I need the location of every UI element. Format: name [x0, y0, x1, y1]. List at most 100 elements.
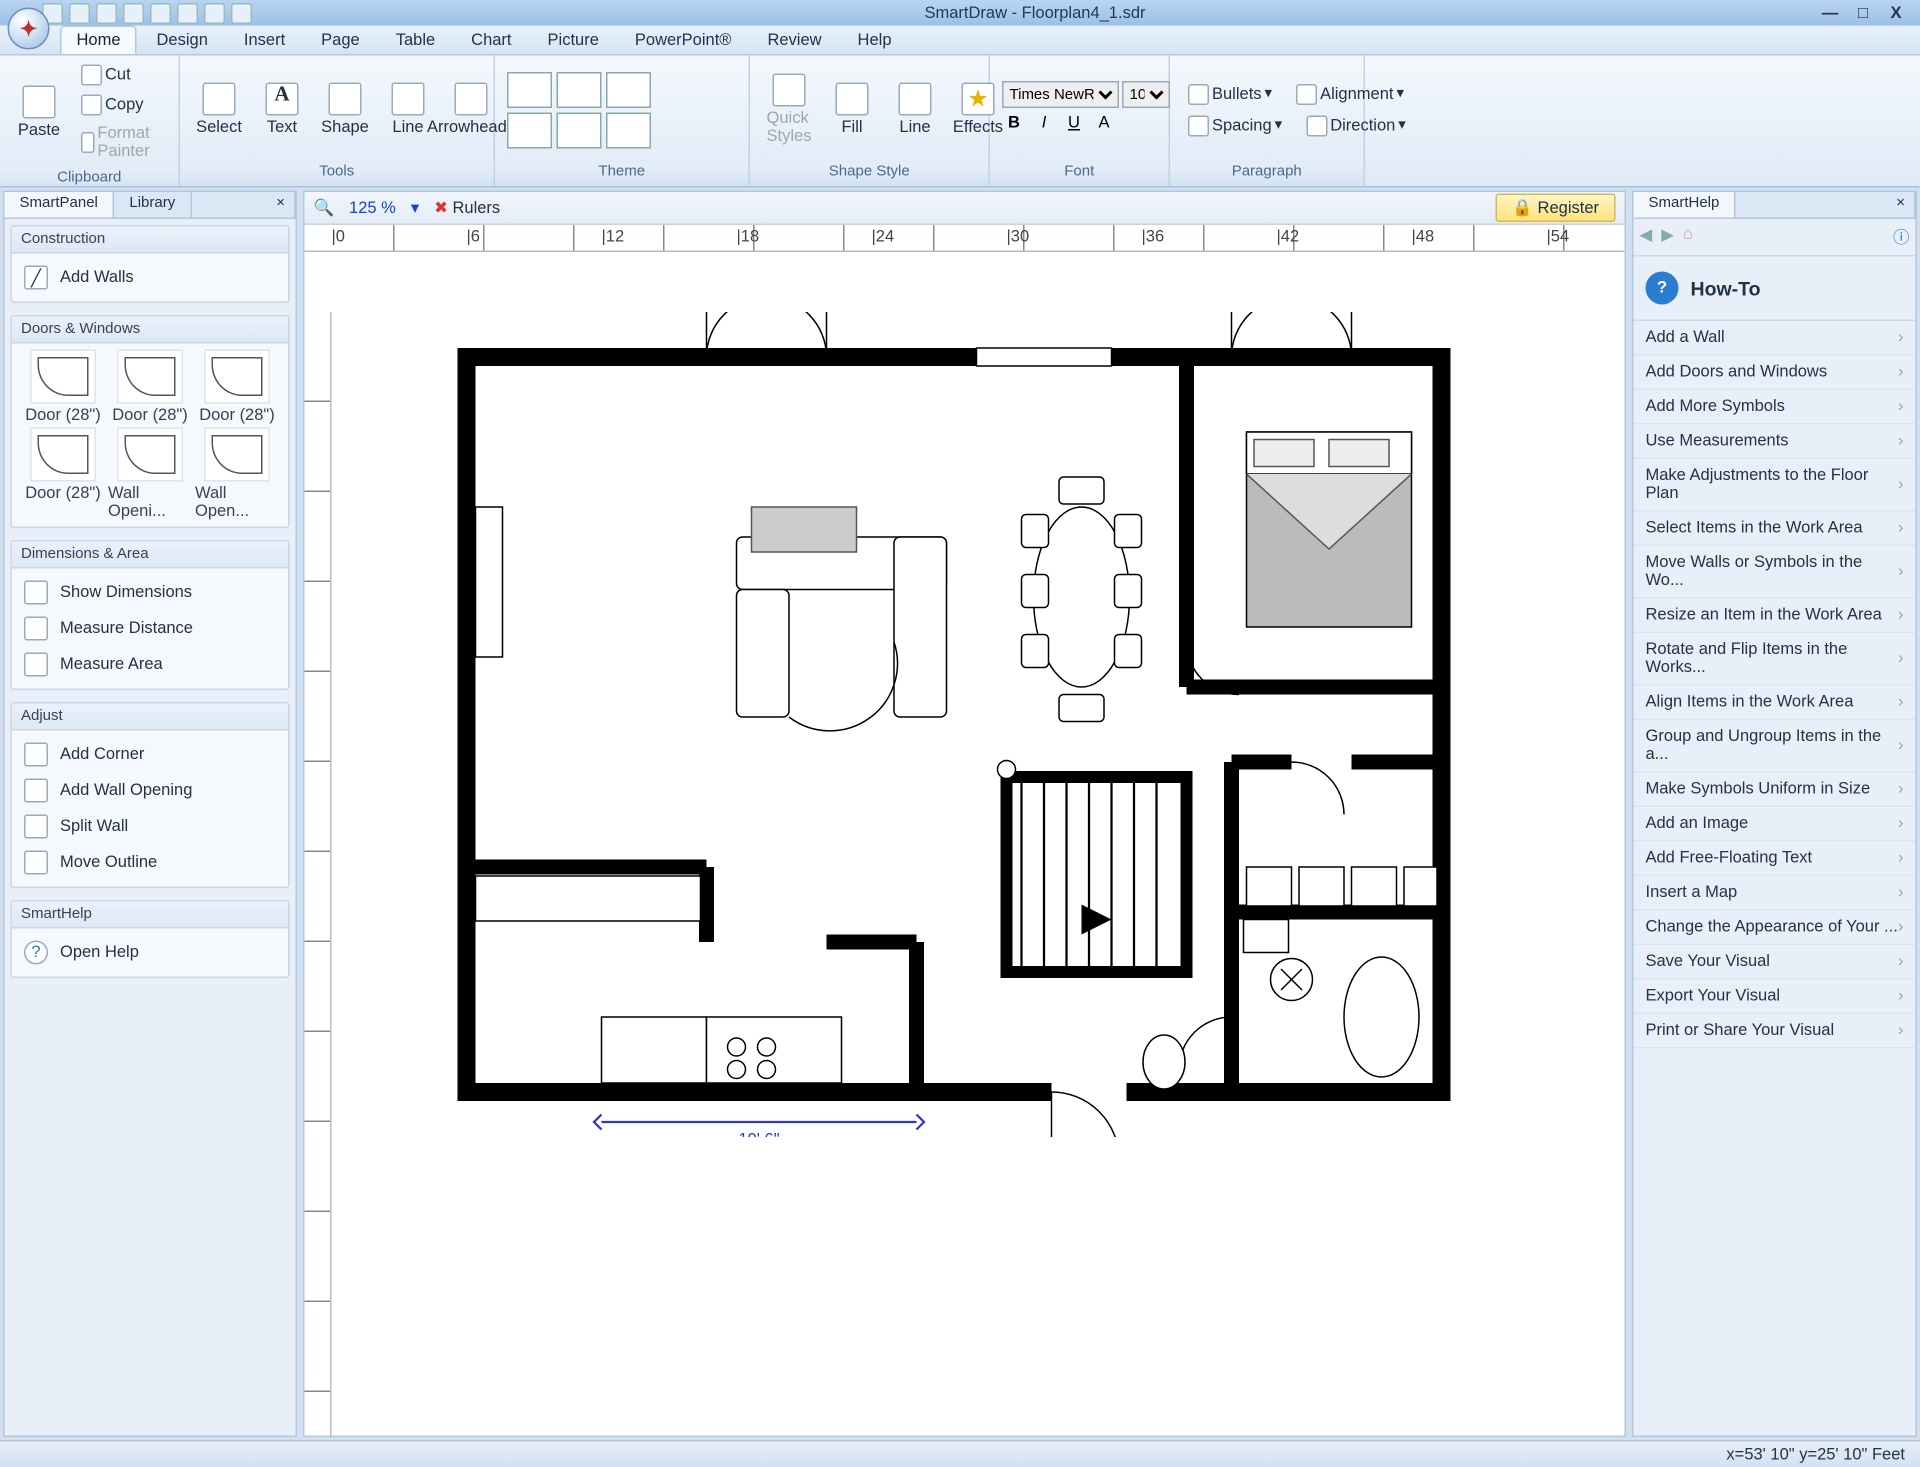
help-item[interactable]: Add Doors and Windows› — [1634, 356, 1916, 391]
move-outline-item[interactable]: Move Outline — [21, 845, 279, 881]
split-wall-item[interactable]: Split Wall — [21, 809, 279, 845]
help-item[interactable]: Export Your Visual› — [1634, 980, 1916, 1015]
close-button[interactable]: X — [1884, 4, 1908, 22]
tab-table[interactable]: Table — [379, 26, 451, 55]
qat-btn[interactable] — [150, 2, 171, 23]
help-item[interactable]: Print or Share Your Visual› — [1634, 1014, 1916, 1049]
zoom-level[interactable]: 125 % — [349, 199, 396, 217]
help-item[interactable]: Rotate and Flip Items in the Works...› — [1634, 633, 1916, 686]
add-walls-item[interactable]: ╱Add Walls — [21, 260, 279, 296]
help-item[interactable]: Select Items in the Work Area› — [1634, 512, 1916, 547]
door-shape[interactable]: Door (28") — [21, 428, 105, 521]
smartpanel-tab[interactable]: SmartPanel — [5, 192, 115, 218]
door-shape[interactable]: Door (28") — [21, 350, 105, 425]
door-shape[interactable]: Door (28") — [195, 350, 279, 425]
tab-powerpoint[interactable]: PowerPoint® — [618, 26, 748, 55]
tab-help[interactable]: Help — [841, 26, 908, 55]
nav-back-icon[interactable]: ◀ — [1640, 225, 1653, 249]
close-help-button[interactable]: × — [1887, 192, 1915, 218]
underline-button[interactable]: U — [1062, 114, 1086, 138]
help-list: Add a Wall› Add Doors and Windows› Add M… — [1634, 321, 1916, 1436]
help-item[interactable]: Add More Symbols› — [1634, 390, 1916, 425]
italic-button[interactable]: I — [1032, 114, 1056, 138]
close-panel-button[interactable]: × — [267, 192, 295, 218]
help-item[interactable]: Resize an Item in the Work Area› — [1634, 599, 1916, 634]
wall-icon: ╱ — [24, 266, 48, 290]
theme-gallery[interactable] — [495, 56, 749, 164]
line-style-button[interactable]: Line — [888, 80, 942, 140]
tab-home[interactable]: Home — [60, 26, 137, 55]
show-dimensions-item[interactable]: Show Dimensions — [21, 575, 279, 611]
paste-button[interactable]: Paste — [12, 83, 66, 143]
font-size-select[interactable]: 10 — [1122, 81, 1170, 108]
open-help-item[interactable]: ?Open Help — [21, 935, 279, 971]
qat-btn[interactable] — [123, 2, 144, 23]
help-item[interactable]: Save Your Visual› — [1634, 945, 1916, 980]
canvas-toolbar: 🔍 125 %▾ ✖Rulers Register — [305, 192, 1625, 225]
library-tab[interactable]: Library — [114, 192, 191, 218]
tab-review[interactable]: Review — [751, 26, 838, 55]
zoom-icon[interactable]: 🔍 — [314, 198, 335, 218]
help-item[interactable]: Group and Ungroup Items in the a...› — [1634, 720, 1916, 773]
door-shape[interactable]: Door (28") — [108, 350, 192, 425]
text-button[interactable]: AText — [255, 80, 309, 140]
help-item[interactable]: Make Adjustments to the Floor Plan› — [1634, 459, 1916, 512]
floorplan-drawing[interactable]: 19' 6" — [452, 312, 1472, 1137]
copy-icon — [81, 95, 102, 116]
minimize-button[interactable]: — — [1818, 4, 1842, 22]
select-button[interactable]: Select — [192, 80, 246, 140]
tab-chart[interactable]: Chart — [455, 26, 528, 55]
help-item[interactable]: Use Measurements› — [1634, 425, 1916, 460]
bold-button[interactable]: B — [1002, 114, 1026, 138]
help-item[interactable]: Make Symbols Uniform in Size› — [1634, 773, 1916, 808]
spacing-button[interactable]: Spacing ▾ — [1182, 112, 1288, 139]
canvas[interactable]: 19' 6" — [332, 252, 1625, 1436]
copy-button[interactable]: Copy — [75, 92, 167, 119]
tab-page[interactable]: Page — [305, 26, 377, 55]
font-family-select[interactable]: Times NewRo... — [1002, 81, 1119, 108]
nav-fwd-icon[interactable]: ▶ — [1661, 225, 1674, 249]
help-info-icon[interactable]: ⓘ — [1893, 225, 1910, 249]
qat-btn[interactable] — [231, 2, 252, 23]
group-label: Tools — [180, 164, 494, 187]
shape-button[interactable]: Shape — [318, 80, 372, 140]
qat-btn[interactable] — [96, 2, 117, 23]
bullets-button[interactable]: Bullets ▾ — [1182, 80, 1278, 107]
measure-distance-item[interactable]: Measure Distance — [21, 611, 279, 647]
register-button[interactable]: Register — [1496, 194, 1616, 223]
help-item[interactable]: Add Free-Floating Text› — [1634, 842, 1916, 877]
wall-opening-shape[interactable]: Wall Openi... — [108, 428, 192, 521]
group-label: Theme — [495, 164, 749, 187]
qat-btn[interactable] — [204, 2, 225, 23]
add-wall-opening-item[interactable]: Add Wall Opening — [21, 773, 279, 809]
tab-design[interactable]: Design — [140, 26, 224, 55]
help-item[interactable]: Align Items in the Work Area› — [1634, 686, 1916, 721]
help-item[interactable]: Add a Wall› — [1634, 321, 1916, 356]
help-item[interactable]: Add an Image› — [1634, 807, 1916, 842]
arrowheads-button[interactable]: Arrowheads — [444, 80, 498, 140]
app-orb[interactable]: ✦ — [8, 8, 50, 50]
maximize-button[interactable]: □ — [1851, 4, 1875, 22]
measure-area-item[interactable]: Measure Area — [21, 647, 279, 683]
direction-button[interactable]: Direction ▾ — [1300, 112, 1412, 139]
rulers-toggle[interactable]: ✖Rulers — [434, 198, 500, 218]
home-icon[interactable]: ⌂ — [1683, 225, 1693, 249]
qat-btn[interactable] — [177, 2, 198, 23]
wall-opening-shape[interactable]: Wall Open... — [195, 428, 279, 521]
add-corner-item[interactable]: Add Corner — [21, 737, 279, 773]
font-color-button[interactable]: A — [1092, 114, 1116, 138]
qat-btn[interactable] — [69, 2, 90, 23]
format-painter-button[interactable]: Format Painter — [75, 122, 167, 164]
quick-styles-button[interactable]: Quick Styles — [762, 71, 816, 149]
help-item[interactable]: Move Walls or Symbols in the Wo...› — [1634, 546, 1916, 599]
alignment-button[interactable]: Alignment ▾ — [1290, 80, 1410, 107]
smarthelp-tab[interactable]: SmartHelp — [1634, 192, 1736, 218]
main-area: SmartPanel Library × Construction ╱Add W… — [0, 188, 1920, 1441]
cut-button[interactable]: Cut — [75, 62, 167, 89]
group-label: Font — [990, 164, 1169, 187]
help-item[interactable]: Change the Appearance of Your ...› — [1634, 911, 1916, 946]
fill-button[interactable]: Fill — [825, 80, 879, 140]
tab-insert[interactable]: Insert — [227, 26, 301, 55]
tab-picture[interactable]: Picture — [531, 26, 615, 55]
help-item[interactable]: Insert a Map› — [1634, 876, 1916, 911]
